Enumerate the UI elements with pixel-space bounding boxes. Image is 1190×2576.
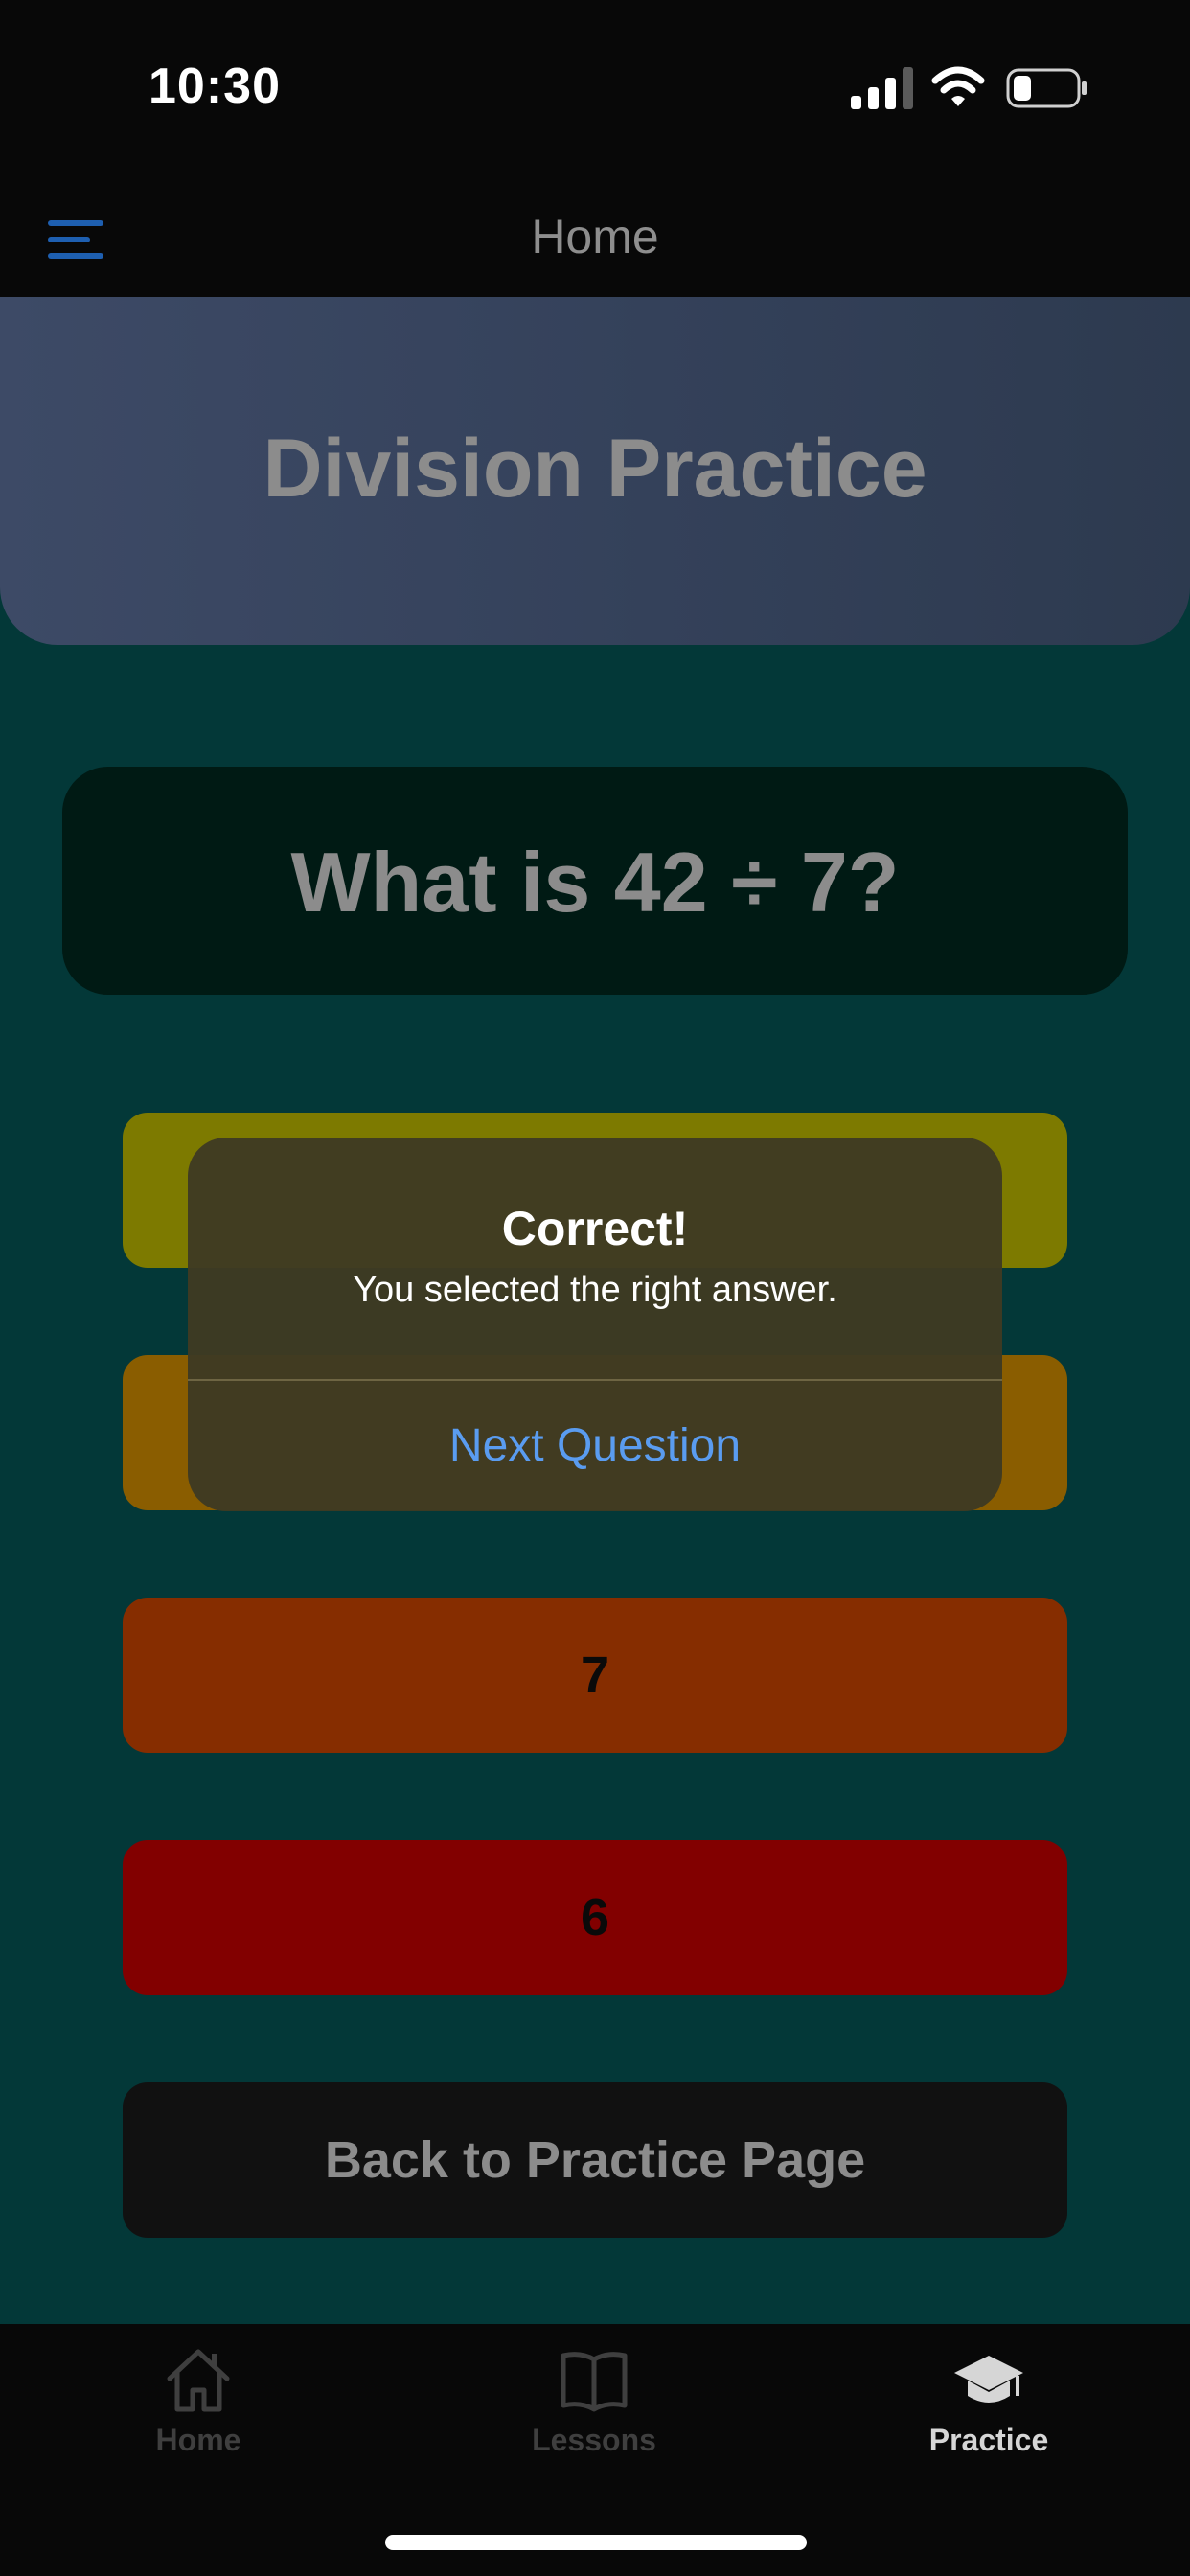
back-to-practice-button[interactable]: Back to Practice Page <box>123 2082 1067 2238</box>
graduation-cap-icon <box>954 2356 1023 2403</box>
home-icon <box>167 2349 230 2412</box>
question-text: What is 42 ÷ 7? <box>290 835 900 930</box>
alert-title: Correct! <box>501 1202 689 1255</box>
tab-lessons-label: Lessons <box>532 2423 656 2457</box>
answer-option-4[interactable]: 6 <box>123 1840 1067 1995</box>
tab-practice[interactable]: Practice <box>845 2338 1133 2472</box>
answer-option-3[interactable]: 7 <box>123 1598 1067 1753</box>
tab-home-label: Home <box>155 2423 241 2457</box>
tab-lessons[interactable]: Lessons <box>450 2338 738 2472</box>
page-title: Division Practice <box>263 423 927 515</box>
book-icon <box>561 2352 628 2412</box>
next-question-button[interactable]: Next Question <box>188 1381 1002 1511</box>
tab-practice-label: Practice <box>928 2423 1049 2457</box>
battery-icon <box>1006 68 1087 108</box>
nav-title: Home <box>531 210 659 264</box>
division-practice-screen: 10:30 Home Division Practice What is 42 … <box>0 0 1190 2576</box>
wifi-icon <box>931 66 985 106</box>
alert-message: You selected the right answer. <box>353 1270 837 1310</box>
correct-alert: Correct! You selected the right answer. … <box>188 1138 1002 1511</box>
home-indicator[interactable] <box>385 2535 807 2550</box>
signal-icon <box>851 67 913 109</box>
tab-home[interactable]: Home <box>55 2338 342 2472</box>
status-time: 10:30 <box>149 58 281 114</box>
status-bar: 10:30 <box>0 0 1190 172</box>
